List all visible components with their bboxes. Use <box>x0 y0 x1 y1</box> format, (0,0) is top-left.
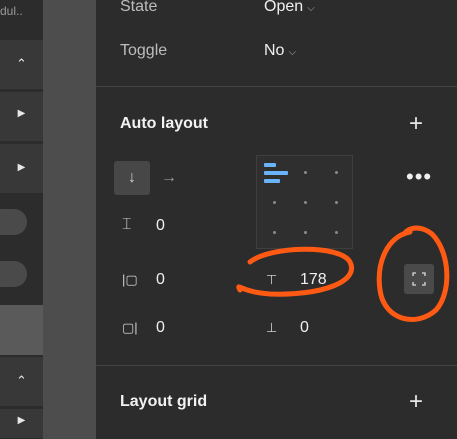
align-bar <box>264 179 280 183</box>
padding-top-icon: ⊤ <box>266 272 278 287</box>
state-label: State <box>120 0 158 15</box>
align-dot[interactable] <box>304 201 307 204</box>
spacing-between-input[interactable]: 0 <box>156 217 165 235</box>
section-divider <box>96 365 457 366</box>
padding-bottom-input[interactable]: 0 <box>300 319 309 337</box>
chevron-up-icon[interactable]: ⌃ <box>0 56 43 72</box>
align-bar <box>264 163 276 167</box>
layer-pill[interactable] <box>0 209 27 235</box>
layer-row[interactable]: ▶ <box>0 144 43 194</box>
alignment-grid[interactable] <box>256 155 353 249</box>
padding-top-input[interactable]: 178 <box>300 271 327 289</box>
spacing-between-icon: ⌶ <box>122 216 132 233</box>
caret-right-icon[interactable]: ▶ <box>0 415 43 426</box>
align-dot[interactable] <box>335 231 338 234</box>
direction-vertical-button[interactable]: ↓ <box>114 161 150 195</box>
caret-right-icon[interactable]: ▶ <box>0 162 43 173</box>
align-bar <box>264 171 288 175</box>
layer-row[interactable]: ▶ <box>0 92 43 142</box>
state-dropdown[interactable]: Open ⌵ <box>264 0 315 16</box>
layer-pill[interactable] <box>0 261 27 287</box>
chevron-down-icon: ⌵ <box>288 47 297 58</box>
layer-row[interactable]: ▶ <box>0 409 43 439</box>
layers-strip: dul.. ⌃ ▶ ▶ ⌃ ▶ <box>0 0 43 439</box>
layer-row-selected[interactable] <box>0 305 43 355</box>
layer-name-truncated[interactable]: dul.. <box>0 4 43 18</box>
padding-right-input[interactable]: 0 <box>156 319 165 337</box>
padding-left-icon: |▢ <box>122 272 138 287</box>
align-dot[interactable] <box>335 171 338 174</box>
align-dot[interactable] <box>273 231 276 234</box>
padding-left-input[interactable]: 0 <box>156 271 165 289</box>
resizing-button[interactable] <box>404 264 434 294</box>
align-dot[interactable] <box>335 201 338 204</box>
canvas-area[interactable] <box>43 0 96 439</box>
auto-layout-title: Auto layout <box>120 115 208 132</box>
properties-panel: State Open ⌵ Toggle No ⌵ Auto layout + ↓ →… <box>96 0 457 439</box>
layer-row[interactable]: ⌃ <box>0 40 43 90</box>
chevron-down-icon: ⌵ <box>307 3 315 14</box>
align-dot[interactable] <box>304 171 307 174</box>
padding-bottom-icon: ⊥ <box>266 320 278 335</box>
add-auto-layout-plus-icon[interactable]: + <box>409 112 423 136</box>
layer-row[interactable]: ⌃ <box>0 357 43 407</box>
caret-right-icon[interactable]: ▶ <box>0 108 43 119</box>
toggle-dropdown[interactable]: No ⌵ <box>264 42 296 60</box>
chevron-up-icon[interactable]: ⌃ <box>0 373 43 389</box>
more-options-icon[interactable]: ••• <box>406 164 432 190</box>
align-dot[interactable] <box>273 201 276 204</box>
toggle-label: Toggle <box>120 42 168 59</box>
state-value: Open <box>264 0 304 15</box>
direction-horizontal-button[interactable]: → <box>151 161 187 195</box>
resize-frame-icon <box>412 272 426 286</box>
align-dot[interactable] <box>304 231 307 234</box>
arrow-down-icon: ↓ <box>128 169 136 186</box>
section-divider <box>96 86 457 87</box>
add-layout-grid-plus-icon[interactable]: + <box>409 390 423 414</box>
toggle-value: No <box>264 42 285 59</box>
arrow-right-icon: → <box>161 169 177 186</box>
padding-right-icon: ▢| <box>122 320 138 335</box>
layout-grid-title: Layout grid <box>120 393 208 410</box>
